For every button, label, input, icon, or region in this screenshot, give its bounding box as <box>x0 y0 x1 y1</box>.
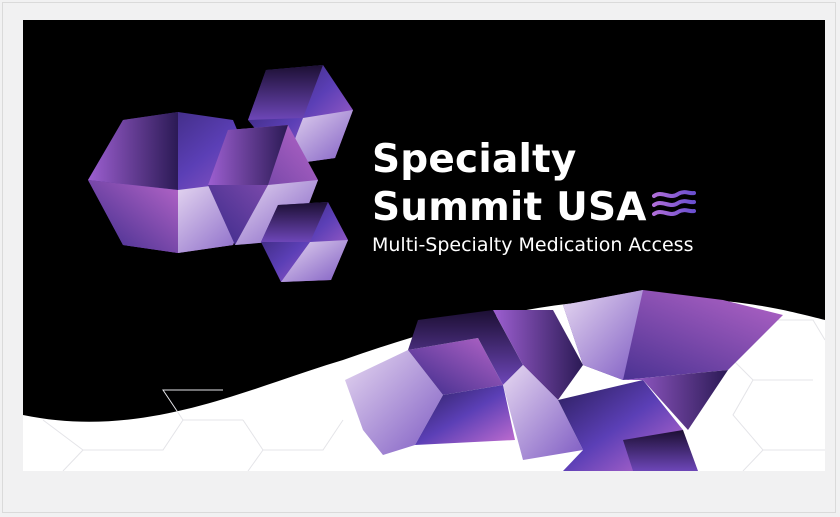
banner-subtitle: Multi-Specialty Medication Access <box>372 234 694 256</box>
banner-title-line-1: Specialty <box>372 137 577 182</box>
flag-waves-icon <box>652 190 696 216</box>
hexagon-cubes-logo-icon <box>88 65 353 282</box>
summit-banner: Specialty Summit USA Multi-Specialty Med… <box>23 20 825 471</box>
banner-title-line-2: Summit USA <box>372 185 647 230</box>
card-frame: Specialty Summit USA Multi-Specialty Med… <box>2 2 836 513</box>
